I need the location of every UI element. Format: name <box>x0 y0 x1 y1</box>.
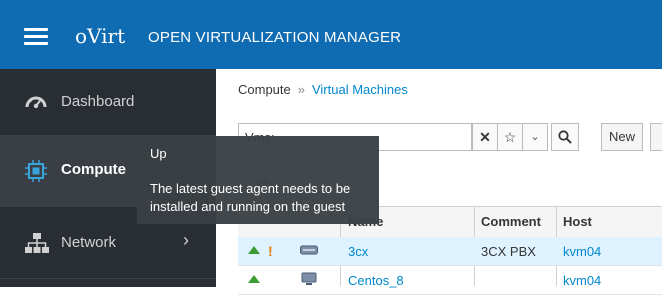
clear-search-button[interactable]: ✕ <box>472 123 498 151</box>
tooltip-title: Up <box>150 146 167 161</box>
vm-name-link[interactable]: Centos_8 <box>348 273 404 288</box>
status-up-icon[interactable] <box>248 275 260 283</box>
sidebar-item-label: Network <box>61 234 117 251</box>
search-button[interactable] <box>551 123 579 151</box>
search-icon <box>558 130 572 144</box>
status-up-icon[interactable] <box>248 246 260 254</box>
breadcrumb: Compute » Virtual Machines <box>238 82 408 97</box>
sidebar-item-dashboard[interactable]: Dashboard <box>0 69 216 136</box>
dashboard-gauge-icon <box>25 96 47 109</box>
hamburger-menu-icon[interactable] <box>24 28 48 45</box>
bookmark-button[interactable]: ☆ <box>497 123 523 151</box>
server-vm-icon <box>300 245 318 255</box>
top-header: oVirt OPEN VIRTUALIZATION MANAGER <box>0 0 662 69</box>
breadcrumb-current[interactable]: Virtual Machines <box>312 82 408 97</box>
sidebar-item-label: Dashboard <box>61 93 135 110</box>
vm-host-link[interactable]: kvm04 <box>563 273 601 288</box>
chevron-down-icon: ⌄ <box>530 131 540 143</box>
vm-name-link[interactable]: 3cx <box>348 244 368 259</box>
table-row[interactable]: ! 3cx 3CX PBX kvm04 <box>238 237 662 266</box>
bookmark-dropdown-button[interactable]: ⌄ <box>522 123 548 151</box>
star-icon: ☆ <box>503 129 517 145</box>
cpu-chip-icon <box>25 160 47 182</box>
product-title: OPEN VIRTUALIZATION MANAGER <box>148 29 402 46</box>
tooltip-body: The latest guest agent needs to be insta… <box>150 181 351 214</box>
vm-comment: 3CX PBX <box>481 244 536 259</box>
vm-host-link[interactable]: kvm04 <box>563 244 601 259</box>
breadcrumb-separator: » <box>297 82 305 97</box>
warning-icon[interactable]: ! <box>268 243 273 259</box>
network-tree-icon <box>25 233 49 253</box>
sidebar-item-label: Compute <box>61 161 126 178</box>
new-vm-button[interactable]: New <box>601 123 643 151</box>
column-header-comment[interactable]: Comment <box>481 214 541 229</box>
brand-logo[interactable]: oVirt <box>75 24 125 48</box>
table-row[interactable]: Centos_8 kvm04 <box>238 266 662 295</box>
status-tooltip: Up The latest guest agent needs to be in… <box>129 136 379 224</box>
desktop-vm-icon <box>301 272 317 285</box>
chevron-right-icon: › <box>183 230 189 250</box>
close-icon: ✕ <box>479 129 491 145</box>
edit-button[interactable] <box>650 123 662 151</box>
breadcrumb-root: Compute <box>238 82 291 97</box>
column-header-host[interactable]: Host <box>563 214 592 229</box>
